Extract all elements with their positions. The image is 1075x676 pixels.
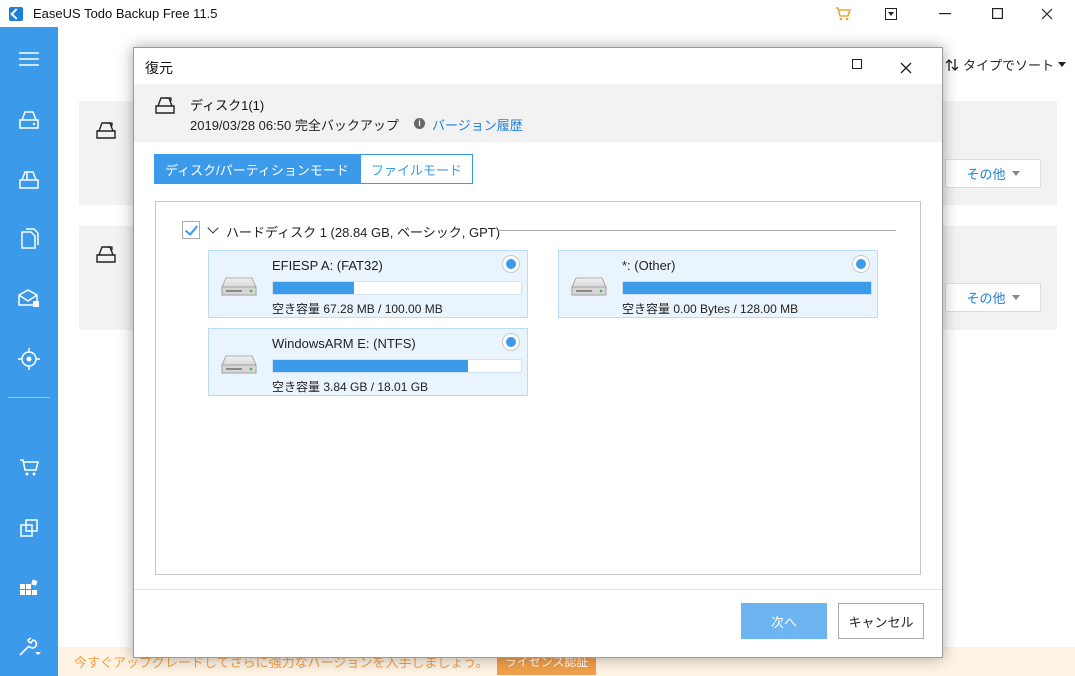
partition-panel: ハードディスク 1 (28.84 GB, ベーシック, GPT) EFIESP … — [155, 201, 921, 575]
sort-icon — [945, 58, 959, 71]
partition-radio[interactable] — [502, 333, 520, 351]
divider — [498, 230, 896, 231]
caret-down-icon — [1058, 61, 1067, 67]
chevron-down-icon[interactable] — [207, 222, 219, 234]
sidebar — [0, 27, 58, 676]
menu-dropdown-icon[interactable] — [868, 0, 914, 27]
free-space: 空き容量 0.00 Bytes / 128.00 MB — [622, 302, 799, 316]
usage-bar-fill — [273, 360, 469, 372]
dialog-title: 復元 — [145, 60, 173, 76]
disk-icon — [96, 246, 116, 263]
tab-disk-partition-mode[interactable]: ディスク/パーティションモード — [154, 154, 360, 184]
app-title: EaseUS Todo Backup Free 11.5 — [33, 6, 218, 21]
backup-name: ディスク1(1) — [190, 98, 265, 113]
partition-name: WindowsARM E: (NTFS) — [272, 336, 416, 351]
close-icon[interactable] — [1024, 0, 1070, 27]
version-history-link[interactable]: バージョン履歴 — [432, 115, 523, 134]
more-button[interactable]: その他 — [945, 159, 1041, 188]
menu-icon[interactable] — [0, 39, 58, 79]
dialog-maximize-icon[interactable] — [852, 59, 862, 69]
partition-card[interactable]: EFIESP A: (FAT32) 空き容量 67.28 MB / 100.00… — [208, 250, 528, 318]
smart-backup-icon[interactable] — [0, 339, 58, 379]
backup-info-header: ディスク1(1) 2019/03/28 06:50 完全バックアップ i バージ… — [134, 84, 942, 142]
apps-icon[interactable] — [0, 568, 58, 608]
cart-icon[interactable] — [820, 0, 866, 27]
sort-label: タイプでソート — [963, 58, 1055, 73]
disk-label: ハードディスク 1 (28.84 GB, ベーシック, GPT) — [226, 225, 501, 240]
disk-icon — [155, 97, 175, 114]
next-button[interactable]: 次へ — [741, 603, 827, 639]
partition-card[interactable]: *: (Other) 空き容量 0.00 Bytes / 128.00 MB — [558, 250, 878, 318]
partition-card[interactable]: WindowsARM E: (NTFS) 空き容量 3.84 GB / 18.0… — [208, 328, 528, 396]
maximize-icon[interactable] — [974, 0, 1020, 27]
backup-date: 2019/03/28 06:50 完全バックアップ — [190, 118, 399, 133]
disk-checkbox[interactable] — [182, 221, 200, 239]
partition-name: *: (Other) — [622, 258, 676, 273]
usage-bar — [272, 281, 522, 295]
free-space: 空き容量 3.84 GB / 18.01 GB — [272, 380, 429, 394]
sidebar-divider — [8, 397, 50, 398]
partition-radio[interactable] — [502, 255, 520, 273]
disk-backup-icon[interactable] — [0, 99, 58, 139]
usage-bar — [272, 359, 522, 373]
title-bar: EaseUS Todo Backup Free 11.5 — [0, 0, 1075, 27]
usage-bar — [622, 281, 872, 295]
drive-icon — [221, 355, 257, 374]
disk-icon — [96, 122, 116, 139]
cart-icon[interactable] — [0, 448, 58, 488]
partition-radio[interactable] — [852, 255, 870, 273]
partition-name: EFIESP A: (FAT32) — [272, 258, 383, 273]
app-logo-icon — [9, 6, 23, 21]
cancel-button[interactable]: キャンセル — [838, 603, 924, 639]
info-icon: i — [414, 118, 425, 129]
usage-bar-fill — [273, 282, 355, 294]
more-button[interactable]: その他 — [945, 283, 1041, 312]
caret-down-icon — [1011, 295, 1020, 300]
dialog-close-icon[interactable] — [896, 52, 916, 80]
footer-divider — [134, 589, 942, 590]
tools-icon[interactable] — [0, 628, 58, 668]
free-space: 空き容量 67.28 MB / 100.00 MB — [272, 302, 443, 316]
mode-tabs: ディスク/パーティションモード ファイルモード — [154, 154, 473, 184]
partition-backup-icon[interactable] — [0, 159, 58, 199]
usage-bar-fill — [623, 282, 871, 294]
drive-icon — [221, 277, 257, 296]
mail-backup-icon[interactable] — [0, 279, 58, 319]
caret-down-icon — [1011, 171, 1020, 176]
clone-icon[interactable] — [0, 508, 58, 548]
sort-by-type-button[interactable]: タイプでソート — [945, 55, 1067, 74]
restore-dialog: 復元 ディスク1(1) 2019/03/28 06:50 完全バックアップ i … — [133, 47, 943, 658]
tab-file-mode[interactable]: ファイルモード — [359, 154, 473, 184]
file-backup-icon[interactable] — [0, 219, 58, 259]
minimize-icon[interactable] — [922, 0, 968, 27]
drive-icon — [571, 277, 607, 296]
